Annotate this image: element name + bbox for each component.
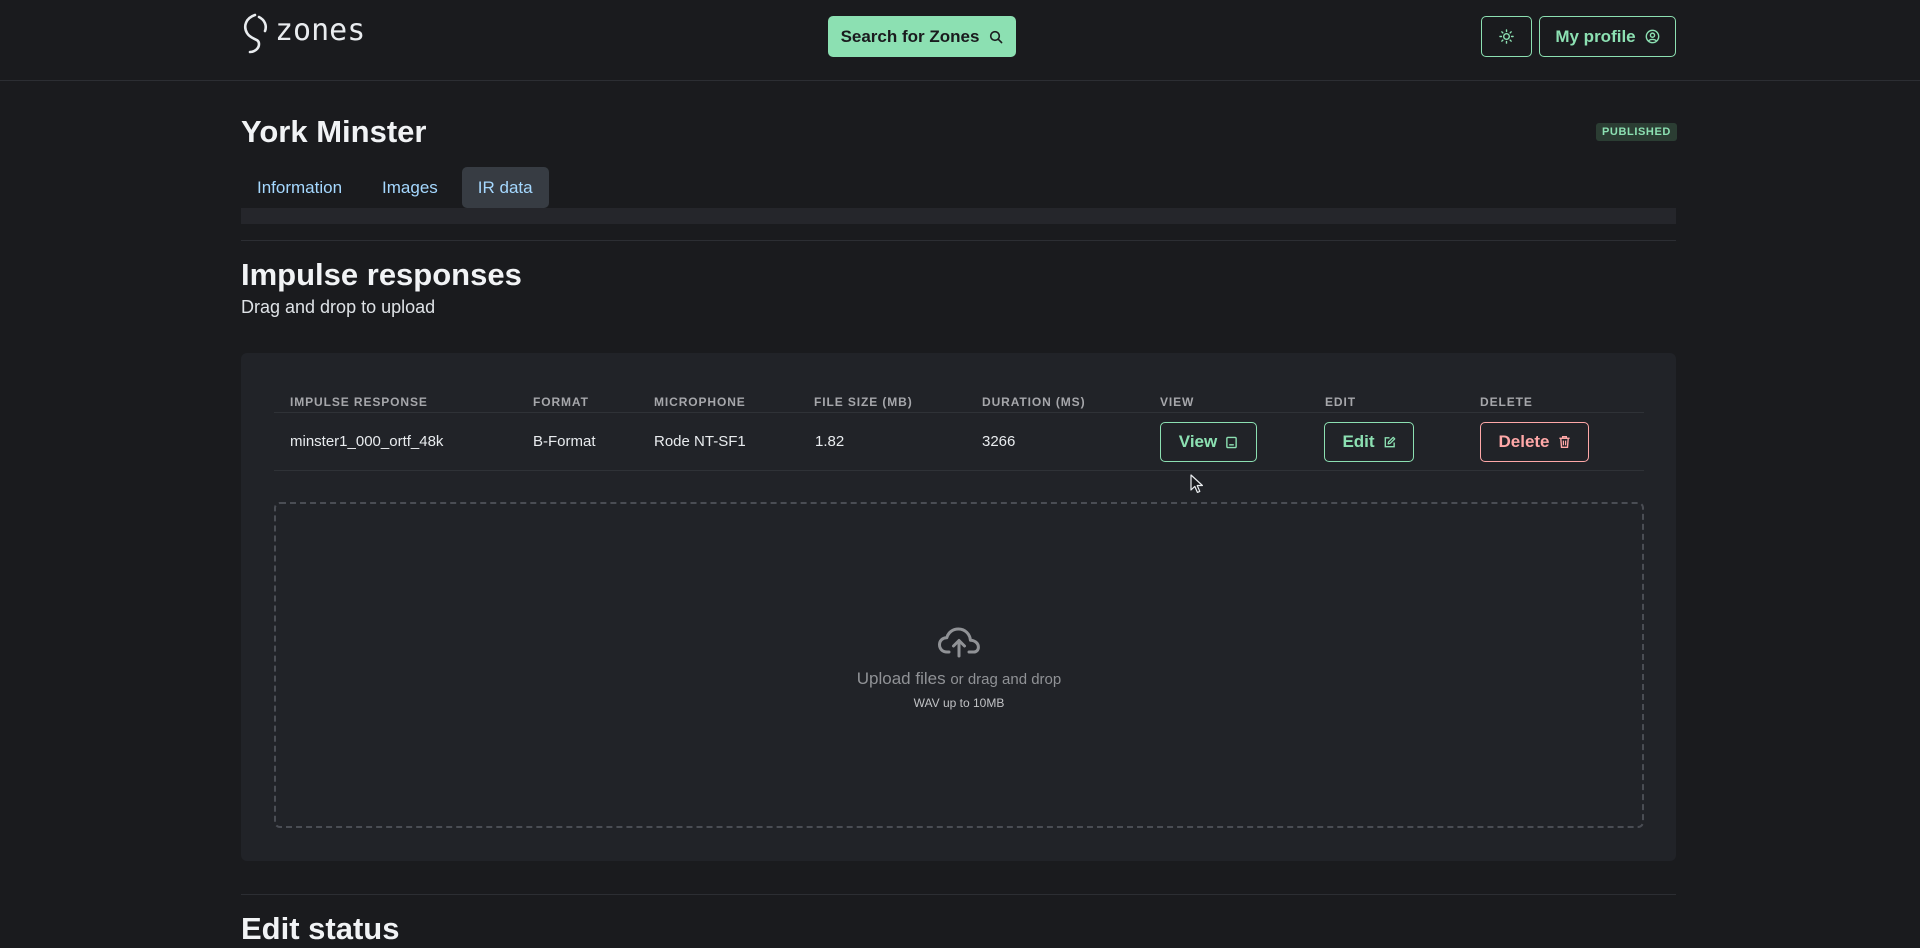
cell-file-size: 1.82 xyxy=(815,433,845,450)
page-title: York Minster xyxy=(241,114,427,149)
column-header-impulse-response: IMPULSE RESPONSE xyxy=(290,395,428,409)
user-circle-icon xyxy=(1645,29,1660,44)
table-row: minster1_000_ortf_48k B-Format Rode NT-S… xyxy=(274,413,1644,471)
edit-icon xyxy=(1384,436,1395,447)
zones-logo[interactable]: zones xyxy=(241,12,365,54)
section-divider xyxy=(241,240,1676,241)
view-button[interactable]: View xyxy=(1160,422,1257,462)
document-icon xyxy=(1226,436,1238,448)
column-header-delete: DELETE xyxy=(1480,395,1533,409)
column-header-edit: EDIT xyxy=(1325,395,1356,409)
column-header-microphone: MICROPHONE xyxy=(654,395,746,409)
theme-toggle-button[interactable] xyxy=(1481,16,1532,57)
tab-ir-data[interactable]: IR data xyxy=(461,167,549,208)
top-header: zones Search for Zones My profile xyxy=(0,0,1920,81)
cell-format: B-Format xyxy=(533,433,596,450)
tab-list: Information Images IR data xyxy=(241,167,549,208)
dropzone-content: Upload files or drag and drop WAV up to … xyxy=(276,626,1642,710)
view-button-label: View xyxy=(1178,432,1218,451)
cell-impulse-response: minster1_000_ortf_48k xyxy=(290,433,444,450)
sun-icon xyxy=(1499,29,1514,44)
impulse-responses-card: IMPULSE RESPONSE FORMAT MICROPHONE FILE … xyxy=(241,353,1676,861)
search-zones-button[interactable]: Search for Zones xyxy=(828,16,1016,57)
impulse-responses-subtitle: Drag and drop to upload xyxy=(241,297,436,317)
column-header-format: FORMAT xyxy=(533,395,589,409)
upload-dropzone[interactable]: Upload files or drag and drop WAV up to … xyxy=(274,502,1644,828)
cell-microphone: Rode NT-SF1 xyxy=(654,433,746,450)
upload-files-link[interactable]: Upload files xyxy=(857,669,946,688)
logo-text: zones xyxy=(275,12,366,48)
column-header-view: VIEW xyxy=(1160,395,1195,409)
impulse-responses-title: Impulse responses xyxy=(241,257,522,292)
edit-status-title: Edit status xyxy=(241,911,400,946)
dropzone-hint: WAV up to 10MB xyxy=(913,696,1005,710)
my-profile-label: My profile xyxy=(1555,26,1636,46)
search-zones-label: Search for Zones xyxy=(840,26,980,46)
delete-button-label: Delete xyxy=(1498,432,1550,451)
tab-images[interactable]: Images xyxy=(366,167,454,208)
search-icon xyxy=(990,30,1003,43)
tab-panel-strip xyxy=(241,208,1676,224)
status-badge: PUBLISHED xyxy=(1596,123,1677,141)
trash-icon xyxy=(1558,436,1570,448)
or-drag-and-drop-text: or drag and drop xyxy=(950,671,1062,688)
table-header: IMPULSE RESPONSE FORMAT MICROPHONE FILE … xyxy=(274,391,1644,413)
mouse-cursor-icon xyxy=(1190,474,1203,493)
column-header-duration: DURATION (MS) xyxy=(982,395,1086,409)
tab-information[interactable]: Information xyxy=(241,167,358,208)
section-divider-2 xyxy=(241,894,1676,895)
column-header-file-size: FILE SIZE (MB) xyxy=(814,395,913,409)
edit-button-label: Edit xyxy=(1342,432,1375,451)
cloud-upload-icon xyxy=(938,627,980,658)
dropzone-upload-line: Upload files or drag and drop xyxy=(276,669,1642,689)
edit-button[interactable]: Edit xyxy=(1324,422,1414,462)
delete-button[interactable]: Delete xyxy=(1480,422,1589,462)
logo-mark-icon xyxy=(243,13,268,54)
cell-duration: 3266 xyxy=(982,433,1016,450)
my-profile-button[interactable]: My profile xyxy=(1539,16,1676,57)
